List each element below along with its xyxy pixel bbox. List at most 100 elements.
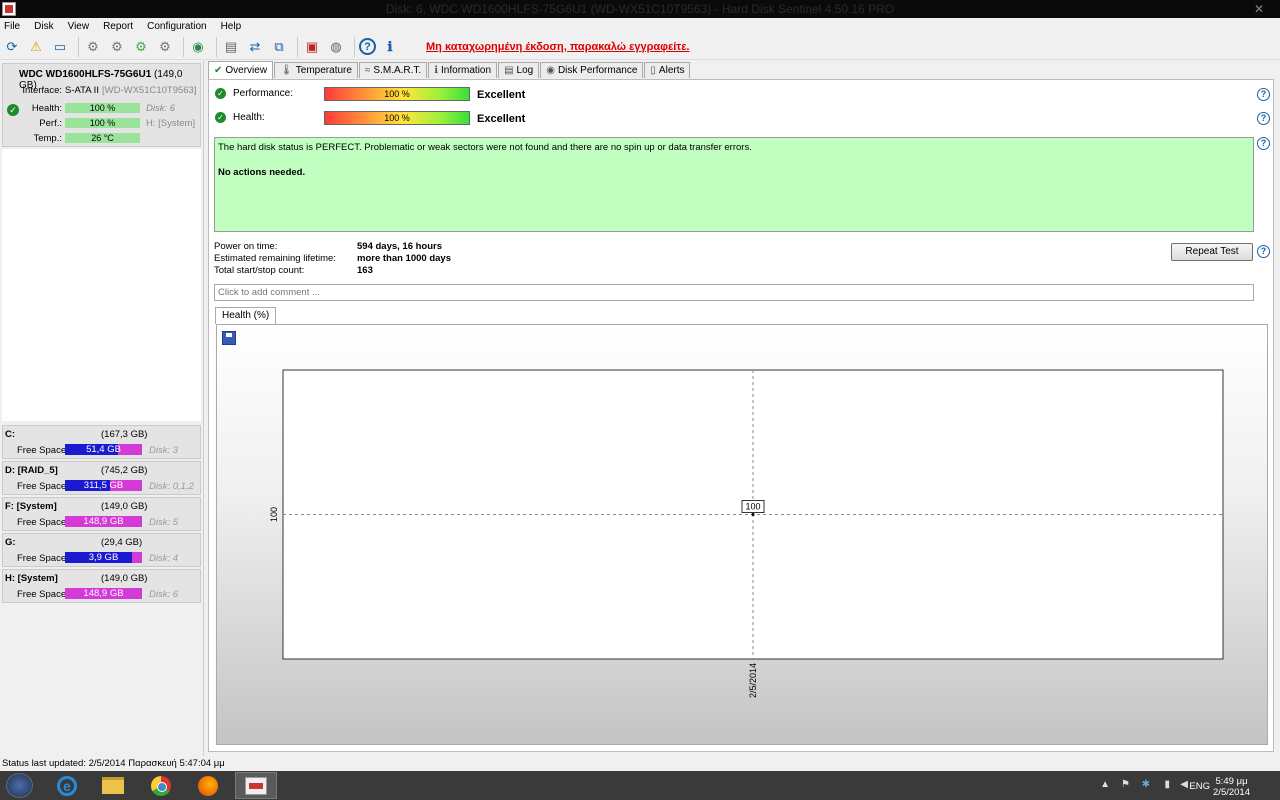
taskbar-chrome[interactable] [140, 772, 182, 799]
x-tick-label: 2/5/2014 [748, 663, 758, 698]
free-space-label: Free Space [17, 481, 67, 492]
tab-overview[interactable]: ✔ Overview [208, 61, 274, 79]
disk-tool-2-icon[interactable]: ⚙ [107, 37, 127, 57]
language-indicator[interactable]: ENG [1189, 781, 1210, 792]
help-icon[interactable]: ? [1257, 88, 1270, 101]
menu-view[interactable]: View [68, 21, 90, 32]
thermometer-icon: 🌡 [280, 65, 293, 76]
volume-item[interactable]: G: (29,4 GB) Free Space 3,9 GB Disk: 4 [2, 533, 201, 567]
taskbar-hds[interactable] [235, 772, 277, 799]
tab-s-m-a-r-t[interactable]: ≈ S.M.A.R.T. [358, 62, 428, 78]
status-bar: Status last updated: 2/5/2014 Παρασκευή … [0, 757, 1280, 771]
overview-panel: ✓ Performance: 100 % Excellent ? ✓ Healt… [208, 79, 1274, 752]
free-space-value: 148,9 GB [83, 588, 124, 599]
help-icon[interactable]: ? [1257, 245, 1270, 258]
free-space-value: 51,4 GB [86, 444, 121, 455]
disk-card[interactable]: WDC WD1600HLFS-75G6U1 (149,0 GB) Interfa… [2, 63, 201, 147]
taskbar-explorer[interactable] [92, 772, 134, 799]
check-icon: ✔ [214, 65, 223, 76]
health-chart: 100 100 2/5/2014 [216, 324, 1268, 745]
menu-report[interactable]: Report [103, 21, 133, 32]
monitor-icon[interactable]: ▭ [50, 37, 70, 57]
settings-icon[interactable]: ▣ [302, 37, 322, 57]
network-icon[interactable]: ▮ [1164, 779, 1170, 790]
clock[interactable]: 5:49 μμ 2/5/2014 [1213, 776, 1250, 798]
volume-icon[interactable]: ◀ [1180, 779, 1188, 790]
performance-row: ✓ Performance: [215, 88, 293, 99]
folder-icon [102, 777, 124, 794]
about-icon[interactable]: ℹ [380, 37, 400, 57]
check-icon: ✓ [215, 112, 226, 123]
register-link[interactable]: Μη καταχωρημένη έκδοση, παρακαλώ εγγραφε… [426, 41, 689, 53]
alert-icon[interactable]: ⚠ [26, 37, 46, 57]
disk-tool-3-icon[interactable]: ⚙ [131, 37, 151, 57]
volume-item[interactable]: F: [System] (149,0 GB) Free Space 148,9 GB D… [2, 497, 201, 531]
smart-icon: ≈ [364, 65, 371, 76]
volume-letter: F: [System] [5, 501, 57, 512]
network-icon[interactable]: ⧉ [269, 37, 289, 57]
health-chart-svg: 100 100 2/5/2014 [269, 369, 1224, 698]
tab-label: Information [441, 65, 492, 76]
taskbar-ie[interactable]: e [46, 772, 88, 799]
volume-letter: C: [5, 429, 16, 440]
start-button[interactable] [6, 773, 33, 798]
free-space-bar: 311,5 GB [65, 480, 142, 491]
globe-icon[interactable]: ◉ [188, 37, 208, 57]
repeat-test-button[interactable]: Repeat Test [1171, 243, 1253, 261]
menu-disk[interactable]: Disk [34, 21, 53, 32]
tab-label: S.M.A.R.T. [373, 65, 422, 76]
info-icon: ℹ [434, 65, 439, 76]
hard-disk-sentinel-icon [245, 776, 267, 795]
tab-health-chart[interactable]: Health (%) [215, 307, 277, 324]
send-report-icon[interactable]: ⇄ [245, 37, 265, 57]
tab-label: Log [516, 65, 534, 76]
volume-disk: Disk: 5 [149, 517, 179, 528]
free-space-label: Free Space [17, 589, 67, 600]
window-title: Disk: 6, WDC WD1600HLFS-75G6U1 (WD-WX51C… [385, 2, 895, 16]
volume-item[interactable]: D: [RAID_5] (745,2 GB) Free Space 311,5 GB D… [2, 461, 201, 495]
disk-tool-4-icon[interactable]: ⚙ [155, 37, 175, 57]
tab-disk-performance[interactable]: ◉ Disk Performance [540, 62, 644, 78]
tab-temperature[interactable]: 🌡 Temperature [274, 62, 358, 78]
volume-item[interactable]: H: [System] (149,0 GB) Free Space 148,9 GB D… [2, 569, 201, 603]
menu-help[interactable]: Help [221, 21, 242, 32]
volume-item[interactable]: C: (167,3 GB) Free Space 51,4 GB Disk: 3 [2, 425, 201, 459]
firefox-icon [198, 775, 218, 796]
menu-configuration[interactable]: Configuration [147, 21, 206, 32]
tray-arrow-icon[interactable]: ▲ [1100, 779, 1110, 790]
tab-information[interactable]: ℹ Information [428, 62, 498, 78]
help-icon[interactable]: ? [1257, 137, 1270, 150]
startstop-label: Total start/stop count: [214, 265, 305, 276]
close-button[interactable]: ✕ [1246, 0, 1272, 18]
free-space-bar: 148,9 GB [65, 516, 142, 527]
flag-icon[interactable]: ⚑ [1121, 779, 1130, 790]
help-icon[interactable]: ? [1257, 112, 1270, 125]
comment-field[interactable]: Click to add comment ... [214, 284, 1254, 301]
volume-size: (149,0 GB) [101, 573, 148, 584]
taskbar-firefox[interactable] [187, 772, 229, 799]
volume-list: C: (167,3 GB) Free Space 51,4 GB Disk: 3 D: [… [2, 425, 201, 605]
free-space-label: Free Space [17, 553, 67, 564]
perf-bar: 100 % [65, 118, 140, 128]
free-space-value: 3,9 GB [88, 552, 119, 563]
status-message: The hard disk status is PERFECT. Problem… [214, 137, 1254, 232]
bluetooth-icon[interactable]: ✱ [1142, 779, 1150, 790]
tab-alerts[interactable]: ▯ Alerts [644, 62, 691, 78]
tab-log[interactable]: ▤ Log [498, 62, 540, 78]
refresh-icon[interactable]: ⟳ [2, 37, 22, 57]
tools-icon[interactable]: ◍ [326, 37, 346, 57]
title-bar: Disk: 6, WDC WD1600HLFS-75G6U1 (WD-WX51C… [0, 0, 1280, 18]
volume-size: (745,2 GB) [101, 465, 148, 476]
startstop-value: 163 [357, 265, 373, 276]
report-icon[interactable]: ▤ [221, 37, 241, 57]
data-point [751, 513, 755, 516]
check-icon: ✓ [215, 88, 226, 99]
help-icon[interactable]: ? [359, 38, 376, 55]
taskbar: e ▲ ⚑ ✱ ▮ ◀ ENG 5:49 μμ 2/5/2014 [0, 771, 1280, 800]
y-tick-label: 100 [269, 507, 279, 522]
menu-file[interactable]: File [4, 21, 20, 32]
disk-tool-1-icon[interactable]: ⚙ [83, 37, 103, 57]
performance-bar: 100 % [324, 87, 470, 101]
disk-list-panel: WDC WD1600HLFS-75G6U1 (149,0 GB) Interfa… [0, 61, 204, 756]
volume-letter: H: [System] [5, 573, 58, 584]
